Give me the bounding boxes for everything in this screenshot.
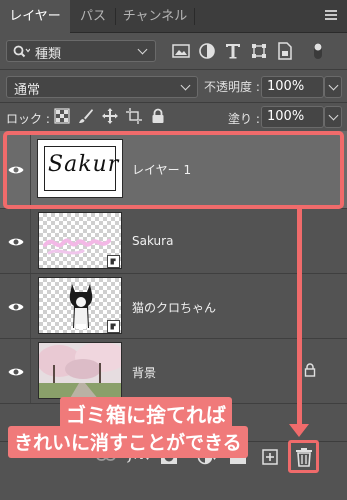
eye-icon[interactable]	[8, 367, 24, 377]
layer-lock-icon[interactable]	[304, 363, 316, 377]
selected-layer-highlight	[3, 131, 344, 209]
lock-label: ロック :	[6, 112, 50, 126]
smart-object-filter-icon[interactable]	[276, 42, 294, 60]
filter-toggle-icon[interactable]	[312, 42, 324, 60]
eye-icon[interactable]	[8, 237, 24, 247]
filter-kind-label: 種類	[35, 47, 62, 62]
image-filter-icon[interactable]	[172, 42, 190, 60]
layer-row[interactable]: 猫のクロちゃん	[0, 274, 347, 339]
blend-mode-label: 通常	[14, 83, 41, 98]
search-icon	[13, 45, 30, 58]
smart-object-badge-icon	[107, 255, 120, 268]
lock-all-icon[interactable]	[150, 108, 166, 124]
tab-divider	[194, 8, 195, 25]
fill-label: 塗り :	[228, 112, 260, 126]
chevron-down-icon	[328, 110, 339, 121]
layer-row[interactable]: Sakura	[0, 209, 347, 274]
chevron-down-icon	[328, 80, 339, 91]
divider	[0, 69, 347, 70]
lock-position-icon[interactable]	[102, 108, 118, 124]
trash-highlight-frame	[288, 440, 319, 473]
new-layer-icon[interactable]	[261, 449, 279, 465]
annotation-arrow-line	[297, 209, 302, 427]
shape-filter-icon[interactable]	[250, 42, 268, 60]
layer-name[interactable]: Sakura	[132, 234, 173, 248]
layer-name[interactable]: 猫のクロちゃん	[132, 299, 216, 316]
opacity-label: 不透明度 :	[204, 80, 260, 94]
divider	[0, 102, 347, 103]
opacity-input[interactable]: 100%	[261, 76, 324, 98]
annotation-arrow-head	[289, 424, 309, 437]
tab-paths[interactable]: パス	[71, 0, 115, 33]
layer-name[interactable]: 背景	[132, 364, 156, 381]
tab-layers[interactable]: レイヤー	[0, 0, 70, 34]
lock-transparent-pixels-icon[interactable]	[54, 108, 70, 124]
text-filter-icon[interactable]	[224, 42, 242, 60]
fill-dropdown[interactable]	[324, 106, 342, 128]
smart-object-badge-icon	[107, 320, 120, 333]
opacity-dropdown[interactable]	[324, 76, 342, 98]
fill-input[interactable]: 100%	[261, 106, 324, 128]
cherry-blossom-photo	[39, 343, 121, 398]
lock-image-pixels-icon[interactable]	[78, 108, 94, 124]
blend-mode-select[interactable]: 通常	[6, 76, 198, 98]
eye-icon[interactable]	[8, 302, 24, 312]
layer-thumbnail	[38, 342, 122, 399]
layer-row[interactable]: 背景	[0, 339, 347, 404]
filter-kind-select[interactable]: 種類	[6, 40, 156, 62]
chevron-down-icon	[180, 80, 191, 91]
panel-tab-bar: レイヤー パス チャンネル	[0, 0, 347, 34]
annotation-caption-line2: きれいに消すことができる	[8, 426, 248, 458]
hamburger-menu-icon[interactable]	[325, 10, 337, 22]
chevron-down-icon	[137, 44, 148, 55]
adjustment-filter-icon[interactable]	[198, 42, 216, 60]
tab-channels[interactable]: チャンネル	[116, 0, 194, 33]
lock-artboard-icon[interactable]	[126, 108, 142, 124]
